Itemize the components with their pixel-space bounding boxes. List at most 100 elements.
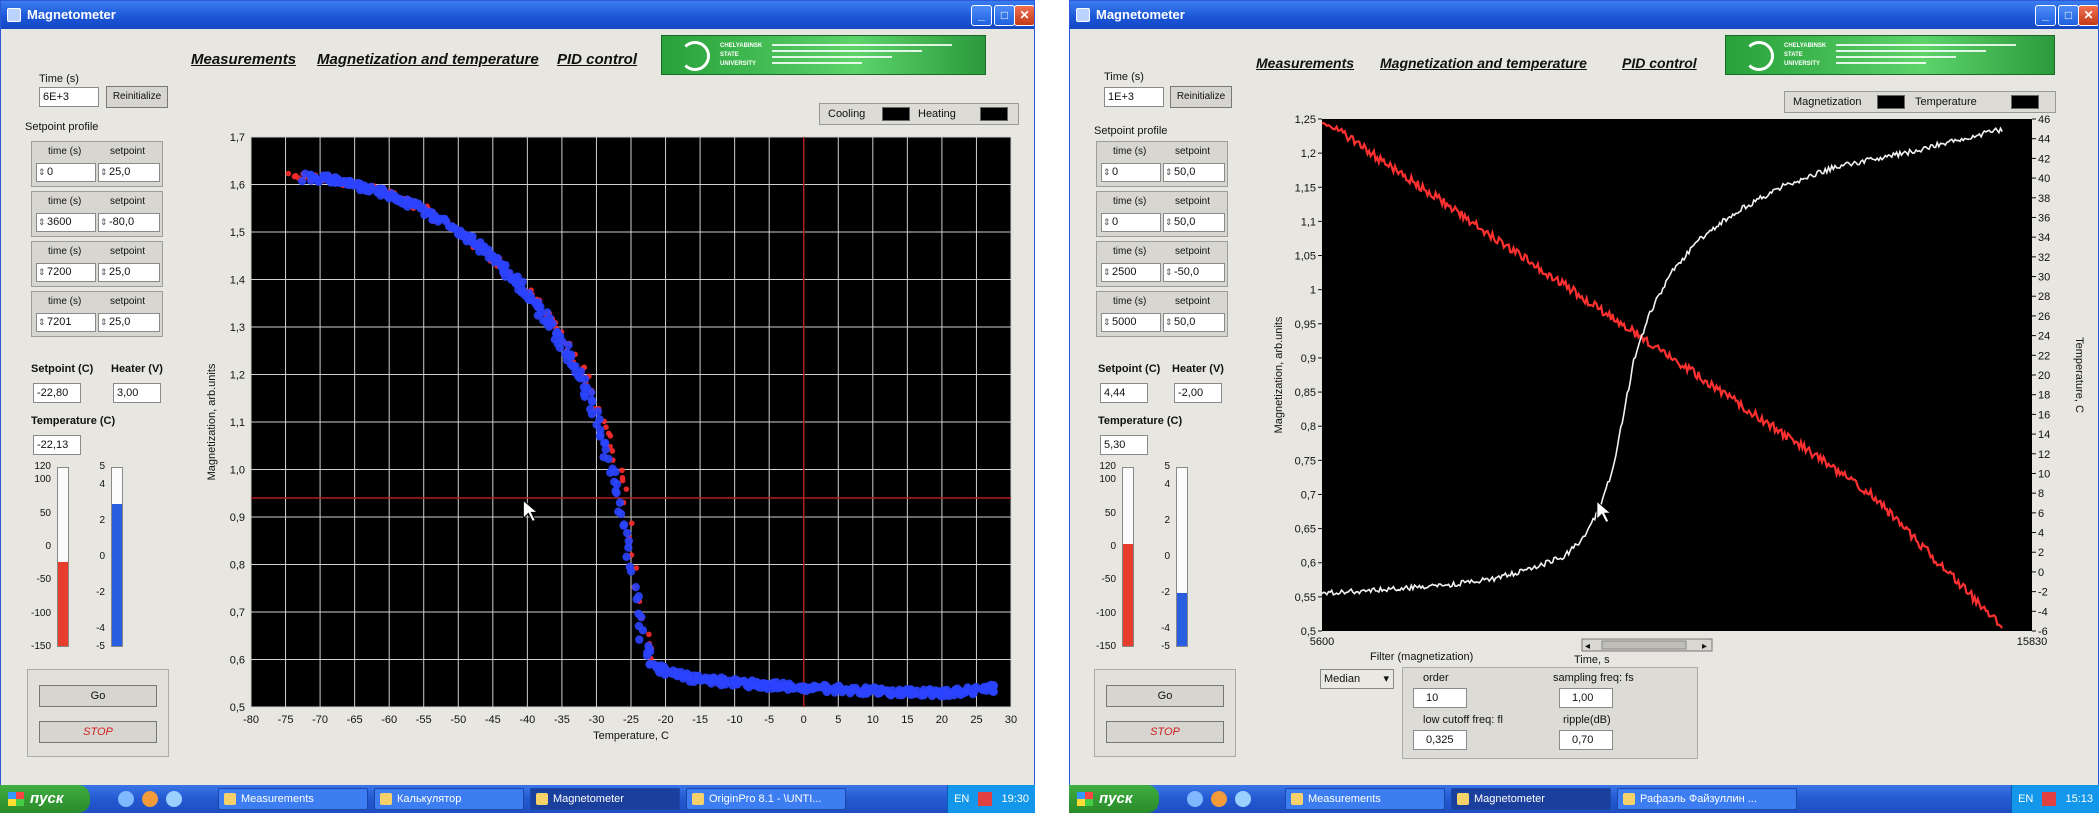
profile-setpoint-field[interactable]: -80,0 xyxy=(98,213,160,232)
go-button[interactable]: Go xyxy=(1106,685,1224,707)
tab-magnetization-temperature[interactable]: Magnetization and temperature xyxy=(317,51,539,68)
data-point xyxy=(622,528,632,538)
maximize-icon[interactable]: □ xyxy=(994,5,1015,26)
scrollbar-thumb[interactable] xyxy=(1601,640,1687,650)
minimize-icon[interactable]: _ xyxy=(2035,5,2056,26)
setpoint-label: Setpoint (C) xyxy=(31,363,94,375)
profile-time-field[interactable]: 0 xyxy=(1101,213,1161,232)
tab-measurements[interactable]: Measurements xyxy=(191,51,296,68)
profile-row: time (s) setpoint 720025,0 xyxy=(31,241,163,287)
desktop-icon[interactable] xyxy=(1235,791,1251,807)
low-cutoff-field[interactable]: 0,325 xyxy=(1413,730,1467,750)
close-icon[interactable]: ✕ xyxy=(1014,5,1034,26)
legend-magnetization-swatch[interactable] xyxy=(1877,95,1905,109)
minimize-icon[interactable]: _ xyxy=(971,5,992,26)
taskbar-item-label: Measurements xyxy=(241,793,314,805)
profile-setpoint-field[interactable]: 25,0 xyxy=(98,163,160,182)
tab-pid-control[interactable]: PID control xyxy=(557,51,637,68)
plot-area[interactable] xyxy=(1322,119,2032,631)
heater-label: Heater (V) xyxy=(1172,363,1224,375)
magnetization-vs-temperature-chart[interactable]: -80 -75 -70 -65 -60 -55 -50 -45 -40 -35 -30 -25 -20-… xyxy=(201,129,1021,749)
y2-tick-label: 34 xyxy=(2038,232,2050,244)
taskbar-item-label: Magnetometer xyxy=(553,793,624,805)
browser-icon[interactable] xyxy=(1187,791,1203,807)
desktop-icon[interactable] xyxy=(166,791,182,807)
taskbar-item[interactable]: Magnetometer xyxy=(1451,788,1611,810)
y2-tick-label: 40 xyxy=(2038,173,2050,185)
profile-time-field[interactable]: 3600 xyxy=(36,213,96,232)
gauge-tick-label: -5 xyxy=(1161,641,1170,652)
time-field[interactable]: 6E+3 xyxy=(39,87,99,107)
profile-time-field[interactable]: 7200 xyxy=(36,263,96,282)
taskbar-item[interactable]: Калькулятор xyxy=(374,788,524,810)
reinitialize-button[interactable]: Reinitialize xyxy=(1170,86,1232,108)
legend-cooling-swatch[interactable] xyxy=(882,107,910,121)
start-button[interactable]: пуск xyxy=(0,785,90,813)
tray-app-icon[interactable] xyxy=(2042,792,2057,807)
tray-app-icon[interactable] xyxy=(978,792,993,807)
profile-time-field[interactable]: 0 xyxy=(1101,163,1161,182)
order-label: order xyxy=(1423,672,1449,684)
taskbar-item[interactable]: Рафаэль Файзуллин ... xyxy=(1617,788,1797,810)
filter-type-value: Median xyxy=(1324,673,1361,685)
profile-setpoint-field[interactable]: 25,0 xyxy=(98,313,160,332)
language-indicator[interactable]: EN xyxy=(2018,793,2033,805)
profile-setpoint-field[interactable]: 50,0 xyxy=(1163,163,1225,182)
x-tick-label: 15830 xyxy=(2017,636,2048,648)
window-icon xyxy=(536,793,548,805)
profile-setpoint-field[interactable]: 25,0 xyxy=(98,263,160,282)
profile-time-field[interactable]: 2500 xyxy=(1101,263,1161,282)
language-indicator[interactable]: EN xyxy=(954,793,969,805)
profile-setpoint-field[interactable]: 50,0 xyxy=(1163,213,1225,232)
sampling-freq-field[interactable]: 1,00 xyxy=(1559,688,1613,708)
temperature-gauge-scale: 120 100 50 0 -50 -100 -150 xyxy=(1088,461,1116,653)
tab-measurements[interactable]: Measurements xyxy=(1256,55,1354,71)
data-point xyxy=(619,467,625,474)
stop-button[interactable]: STOP xyxy=(1106,721,1224,743)
taskbar-item-label: Magnetometer xyxy=(1474,793,1545,805)
legend-heating-swatch[interactable] xyxy=(980,107,1008,121)
setpoint-profile-label: Setpoint profile xyxy=(25,121,99,133)
filter-type-select[interactable]: Median ▾ xyxy=(1320,669,1394,689)
media-icon[interactable] xyxy=(1211,791,1227,807)
x-tick-label: 10 xyxy=(867,714,879,726)
browser-icon[interactable] xyxy=(118,791,134,807)
media-icon[interactable] xyxy=(142,791,158,807)
taskbar-item[interactable]: Measurements xyxy=(218,788,368,810)
taskbar-item[interactable]: Magnetometer xyxy=(530,788,680,810)
order-field[interactable]: 10 xyxy=(1413,688,1467,708)
heater-label: Heater (V) xyxy=(111,363,163,375)
x-tick-label: -75 xyxy=(278,714,294,726)
start-button[interactable]: пуск xyxy=(1069,785,1159,813)
profile-time-field[interactable]: 7201 xyxy=(36,313,96,332)
time-label: Time (s) xyxy=(1104,71,1144,83)
legend-temperature-swatch[interactable] xyxy=(2011,95,2039,109)
go-button[interactable]: Go xyxy=(39,685,157,707)
profile-time-field[interactable]: 5000 xyxy=(1101,313,1161,332)
temperature-gauge xyxy=(57,467,69,647)
windows-flag-icon xyxy=(8,792,24,806)
maximize-icon[interactable]: □ xyxy=(2058,5,2079,26)
close-icon[interactable]: ✕ xyxy=(2078,5,2098,26)
time-header: time (s) xyxy=(1113,296,1147,307)
y2-tick-label: -2 xyxy=(2038,587,2048,599)
stop-button[interactable]: STOP xyxy=(39,721,157,743)
data-point xyxy=(587,395,597,405)
taskbar-item[interactable]: OriginPro 8.1 - \UNTI... xyxy=(686,788,846,810)
tab-magnetization-temperature[interactable]: Magnetization and temperature xyxy=(1380,55,1587,71)
profile-setpoint-field[interactable]: -50,0 xyxy=(1163,263,1225,282)
reinitialize-button[interactable]: Reinitialize xyxy=(106,86,168,108)
taskbar-item[interactable]: Measurements xyxy=(1285,788,1445,810)
magnetization-temperature-time-chart[interactable]: 0,50,550,60,650,70,750,80,850,90,9511,05… xyxy=(1270,113,2099,665)
ripple-field[interactable]: 0,70 xyxy=(1559,730,1613,750)
tab-pid-control[interactable]: PID control xyxy=(1622,55,1697,71)
y-tick-label: 0,7 xyxy=(1301,489,1316,501)
y-tick-label: 1,6 xyxy=(230,180,245,192)
setpoint-value: 4,44 xyxy=(1100,383,1148,403)
profile-time-field[interactable]: 0 xyxy=(36,163,96,182)
profile-setpoint-field[interactable]: 50,0 xyxy=(1163,313,1225,332)
data-point xyxy=(638,626,648,635)
time-field[interactable]: 1E+3 xyxy=(1104,87,1164,107)
magnetometer-window-left: Magnetometer _ □ ✕ Measurements Magnetiz… xyxy=(0,0,1035,813)
x-tick-label: -45 xyxy=(485,714,501,726)
